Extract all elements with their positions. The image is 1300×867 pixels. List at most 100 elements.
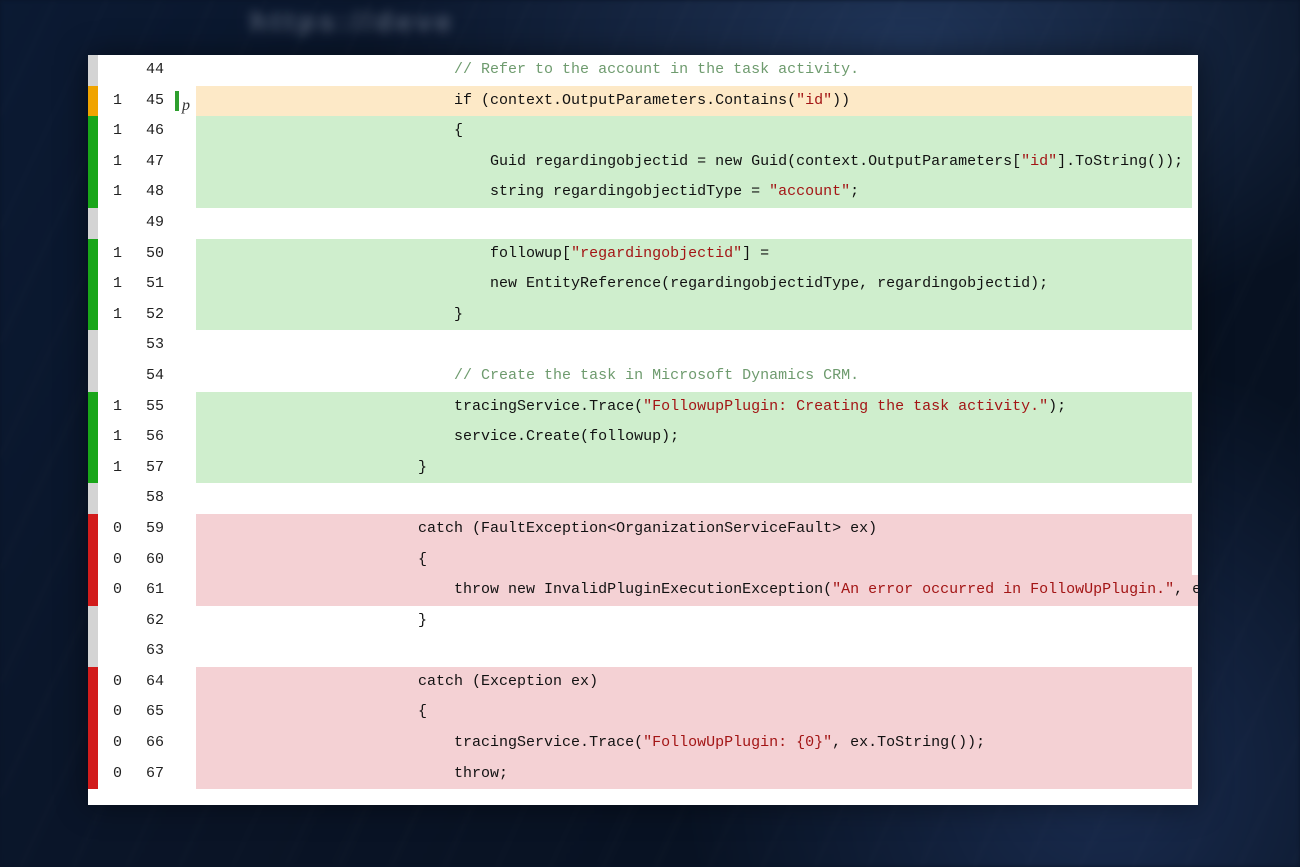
gutter[interactable] — [174, 483, 196, 514]
code-text[interactable] — [196, 208, 1192, 239]
code-text[interactable]: service.Create(followup); — [196, 422, 1192, 453]
code-text[interactable]: Guid regardingobjectid = new Guid(contex… — [196, 147, 1192, 178]
code-text[interactable]: followup["regardingobjectid"] = — [196, 239, 1192, 270]
line-number: 55 — [128, 392, 174, 423]
code-line[interactable]: 146 { — [88, 116, 1198, 147]
line-number: 62 — [128, 606, 174, 637]
code-text[interactable]: if (context.OutputParameters.Contains("i… — [196, 86, 1192, 117]
gutter[interactable]: p — [174, 86, 196, 117]
code-line[interactable]: 061 throw new InvalidPluginExecutionExce… — [88, 575, 1198, 606]
code-text[interactable]: } — [196, 606, 1192, 637]
gutter[interactable] — [174, 208, 196, 239]
code-line[interactable]: 53 — [88, 330, 1198, 361]
code-line[interactable]: 060 { — [88, 545, 1198, 576]
line-number: 67 — [128, 759, 174, 790]
code-line[interactable]: 58 — [88, 483, 1198, 514]
code-line[interactable]: 63 — [88, 636, 1198, 667]
code-line[interactable]: 44 // Refer to the account in the task a… — [88, 55, 1198, 86]
gutter[interactable] — [174, 453, 196, 484]
hit-count: 0 — [98, 759, 128, 790]
code-line[interactable]: 49 — [88, 208, 1198, 239]
gutter[interactable] — [174, 697, 196, 728]
code-text[interactable]: new EntityReference(regardingobjectidTyp… — [196, 269, 1192, 300]
code-text[interactable]: // Create the task in Microsoft Dynamics… — [196, 361, 1192, 392]
code-text[interactable]: } — [196, 300, 1192, 331]
gutter[interactable] — [174, 759, 196, 790]
code-text[interactable]: string regardingobjectidType = "account"… — [196, 177, 1192, 208]
gutter[interactable] — [174, 636, 196, 667]
hit-count — [98, 55, 128, 86]
code-text[interactable]: catch (Exception ex) — [196, 667, 1192, 698]
coverage-mark — [88, 392, 98, 423]
code-line[interactable]: 148 string regardingobjectidType = "acco… — [88, 177, 1198, 208]
code-text[interactable]: } — [196, 453, 1192, 484]
code-line[interactable]: 62 } — [88, 606, 1198, 637]
hit-count — [98, 330, 128, 361]
gutter[interactable] — [174, 55, 196, 86]
gutter[interactable] — [174, 269, 196, 300]
code-text[interactable]: tracingService.Trace("FollowUpPlugin: {0… — [196, 728, 1192, 759]
code-line[interactable]: 067 throw; — [88, 759, 1198, 790]
coverage-mark — [88, 422, 98, 453]
gutter[interactable] — [174, 239, 196, 270]
gutter[interactable] — [174, 514, 196, 545]
code-text[interactable]: throw new InvalidPluginExecutionExceptio… — [196, 575, 1198, 606]
code-text[interactable] — [196, 636, 1192, 667]
hit-count: 0 — [98, 545, 128, 576]
code-text[interactable] — [196, 483, 1192, 514]
gutter[interactable] — [174, 330, 196, 361]
code-text[interactable]: throw; — [196, 759, 1192, 790]
code-line[interactable]: 157 } — [88, 453, 1198, 484]
code-line[interactable]: 150 followup["regardingobjectid"] = — [88, 239, 1198, 270]
hit-count — [98, 208, 128, 239]
gutter[interactable] — [174, 392, 196, 423]
hit-count: 1 — [98, 300, 128, 331]
code-text[interactable] — [196, 330, 1192, 361]
gutter[interactable] — [174, 422, 196, 453]
coverage-mark — [88, 483, 98, 514]
gutter[interactable] — [174, 728, 196, 759]
gutter[interactable] — [174, 361, 196, 392]
line-number: 45 — [128, 86, 174, 117]
code-line[interactable]: 065 { — [88, 697, 1198, 728]
code-text[interactable]: tracingService.Trace("FollowupPlugin: Cr… — [196, 392, 1192, 423]
line-number: 56 — [128, 422, 174, 453]
coverage-mark — [88, 269, 98, 300]
code-line[interactable]: 156 service.Create(followup); — [88, 422, 1198, 453]
code-text[interactable]: { — [196, 697, 1192, 728]
coverage-mark — [88, 361, 98, 392]
code-line[interactable]: 155 tracingService.Trace("FollowupPlugin… — [88, 392, 1198, 423]
line-number: 54 — [128, 361, 174, 392]
line-number: 53 — [128, 330, 174, 361]
coverage-mark — [88, 606, 98, 637]
code-line[interactable]: 151 new EntityReference(regardingobjecti… — [88, 269, 1198, 300]
code-text[interactable]: { — [196, 545, 1192, 576]
gutter[interactable] — [174, 300, 196, 331]
code-line[interactable]: 064 catch (Exception ex) — [88, 667, 1198, 698]
coverage-mark — [88, 300, 98, 331]
code-coverage-editor[interactable]: 44 // Refer to the account in the task a… — [88, 55, 1198, 805]
code-text[interactable]: { — [196, 116, 1192, 147]
line-number: 66 — [128, 728, 174, 759]
gutter[interactable] — [174, 575, 196, 606]
gutter[interactable] — [174, 177, 196, 208]
gutter[interactable] — [174, 116, 196, 147]
gutter[interactable] — [174, 606, 196, 637]
line-number: 64 — [128, 667, 174, 698]
coverage-mark — [88, 116, 98, 147]
code-text[interactable]: // Refer to the account in the task acti… — [196, 55, 1192, 86]
code-line[interactable]: 147 Guid regardingobjectid = new Guid(co… — [88, 147, 1198, 178]
gutter[interactable] — [174, 667, 196, 698]
gutter[interactable] — [174, 147, 196, 178]
code-text[interactable]: catch (FaultException<OrganizationServic… — [196, 514, 1192, 545]
hit-count — [98, 483, 128, 514]
code-line[interactable]: 145p if (context.OutputParameters.Contai… — [88, 86, 1198, 117]
coverage-mark — [88, 667, 98, 698]
code-line[interactable]: 066 tracingService.Trace("FollowUpPlugin… — [88, 728, 1198, 759]
code-line[interactable]: 059 catch (FaultException<OrganizationSe… — [88, 514, 1198, 545]
code-line[interactable]: 54 // Create the task in Microsoft Dynam… — [88, 361, 1198, 392]
gutter[interactable] — [174, 545, 196, 576]
code-area[interactable]: 44 // Refer to the account in the task a… — [88, 55, 1198, 789]
code-line[interactable]: 152 } — [88, 300, 1198, 331]
line-number: 58 — [128, 483, 174, 514]
